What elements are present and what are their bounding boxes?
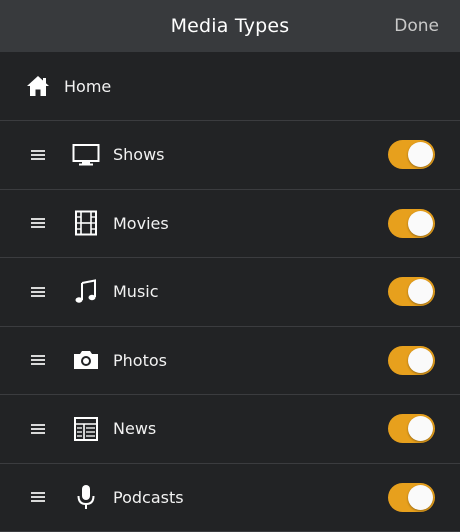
news-label: News — [113, 395, 156, 463]
movies-label: Movies — [113, 190, 169, 258]
reorder-handle-icon[interactable] — [31, 287, 45, 297]
reorder-handle-icon[interactable] — [31, 355, 45, 365]
music-note-icon — [72, 278, 100, 306]
newspaper-icon — [72, 415, 100, 443]
toggle-knob — [408, 416, 433, 441]
list-item-movies: Movies — [0, 190, 460, 259]
list-item-music: Music — [0, 258, 460, 327]
reorder-handle-icon[interactable] — [31, 218, 45, 228]
photos-toggle[interactable] — [388, 346, 435, 375]
home-label: Home — [64, 52, 111, 120]
podcasts-label: Podcasts — [113, 464, 184, 532]
reorder-handle-icon[interactable] — [31, 150, 45, 160]
list-item-home[interactable]: Home — [0, 52, 460, 121]
toggle-knob — [408, 348, 433, 373]
toggle-knob — [408, 279, 433, 304]
movies-toggle[interactable] — [388, 209, 435, 238]
news-toggle[interactable] — [388, 414, 435, 443]
home-icon — [24, 72, 52, 100]
music-toggle[interactable] — [388, 277, 435, 306]
page-title: Media Types — [0, 0, 460, 52]
tv-icon — [72, 141, 100, 169]
podcasts-toggle[interactable] — [388, 483, 435, 512]
music-label: Music — [113, 258, 159, 326]
list-item-podcasts: Podcasts — [0, 464, 460, 532]
list-item-shows: Shows — [0, 121, 460, 190]
done-button[interactable]: Done — [394, 0, 439, 52]
list-item-news: News — [0, 395, 460, 464]
navigation-bar: Media Types Done — [0, 0, 460, 52]
shows-label: Shows — [113, 121, 165, 189]
reorder-handle-icon[interactable] — [31, 492, 45, 502]
shows-toggle[interactable] — [388, 140, 435, 169]
toggle-knob — [408, 142, 433, 167]
toggle-knob — [408, 485, 433, 510]
camera-icon — [72, 346, 100, 374]
media-types-list: Home Shows — [0, 52, 460, 532]
toggle-knob — [408, 211, 433, 236]
reorder-handle-icon[interactable] — [31, 424, 45, 434]
photos-label: Photos — [113, 327, 167, 395]
list-item-photos: Photos — [0, 327, 460, 396]
film-icon — [72, 209, 100, 237]
microphone-icon — [72, 483, 100, 511]
